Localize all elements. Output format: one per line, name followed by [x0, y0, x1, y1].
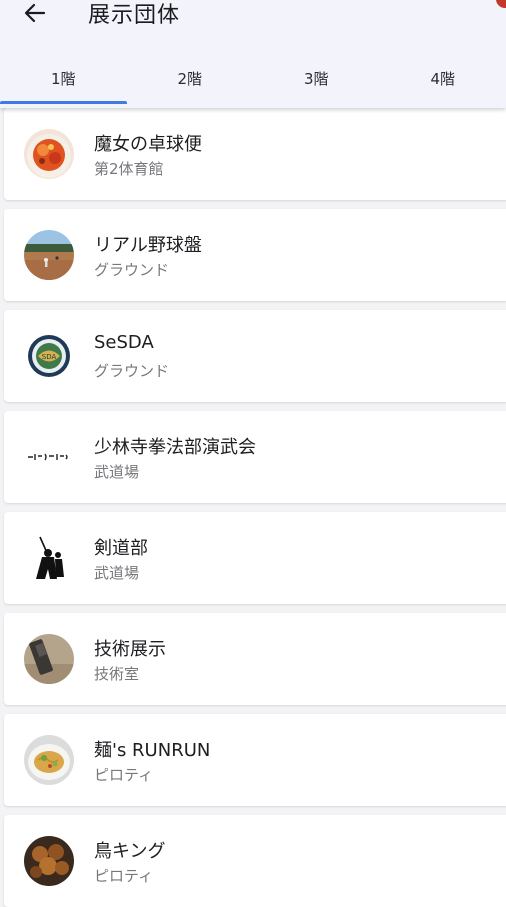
sesda-logo: SDA — [24, 331, 74, 381]
fried-chicken-photo — [24, 836, 74, 886]
kendo-silhouette — [24, 533, 74, 583]
shorinji-logo — [24, 432, 74, 482]
list-item[interactable]: 鳥キング ピロティ — [4, 815, 506, 907]
group-name: リアル野球盤 — [94, 231, 202, 257]
tech-device-photo — [24, 634, 74, 684]
list-item[interactable]: 剣道部 武道場 — [4, 512, 506, 604]
group-name: 麺's RUNRUN — [94, 736, 210, 762]
profile-avatar-edge[interactable] — [496, 0, 506, 8]
group-name: 魔女の卓球便 — [94, 130, 202, 156]
tab-floor-1[interactable]: 1階 — [0, 50, 127, 106]
group-name: SeSDA — [94, 332, 154, 353]
list-item[interactable]: 魔女の卓球便 第2体育館 — [4, 108, 506, 200]
group-name: 鳥キング — [94, 837, 165, 863]
group-location: ピロティ — [94, 865, 153, 886]
group-name: 少林寺拳法部演武会 — [94, 433, 256, 459]
back-button[interactable] — [18, 0, 52, 26]
list-item[interactable]: リアル野球盤 グラウンド — [4, 209, 506, 301]
group-location: 技術室 — [94, 663, 139, 684]
tab-floor-2[interactable]: 2階 — [127, 50, 254, 106]
list-item[interactable]: 麺's RUNRUN ピロティ — [4, 714, 506, 806]
group-location: 武道場 — [94, 461, 139, 482]
group-name: 剣道部 — [94, 534, 148, 560]
tab-selected-indicator — [0, 101, 127, 104]
app-bar: 展示団体 1階 2階 3階 4階 — [0, 0, 506, 108]
floor-tabs: 1階 2階 3階 4階 — [0, 50, 506, 106]
group-location: グラウンド — [94, 360, 169, 381]
arrow-left-icon — [24, 3, 46, 23]
group-location: ピロティ — [94, 764, 153, 785]
list-item[interactable]: 少林寺拳法部演武会 武道場 — [4, 411, 506, 503]
group-location: 武道場 — [94, 562, 139, 583]
group-location: 第2体育館 — [94, 158, 164, 179]
group-name: 技術展示 — [94, 635, 166, 661]
svg-text:SDA: SDA — [42, 353, 57, 361]
tab-floor-3[interactable]: 3階 — [253, 50, 380, 106]
noodle-photo — [24, 735, 74, 785]
baseball-field-photo — [24, 230, 74, 280]
food-photo — [24, 129, 74, 179]
page-title: 展示団体 — [88, 0, 180, 29]
tab-floor-4[interactable]: 4階 — [380, 50, 506, 106]
list-item[interactable]: 技術展示 技術室 — [4, 613, 506, 705]
group-location: グラウンド — [94, 259, 169, 280]
list-item[interactable]: SDA SeSDA グラウンド — [4, 310, 506, 402]
